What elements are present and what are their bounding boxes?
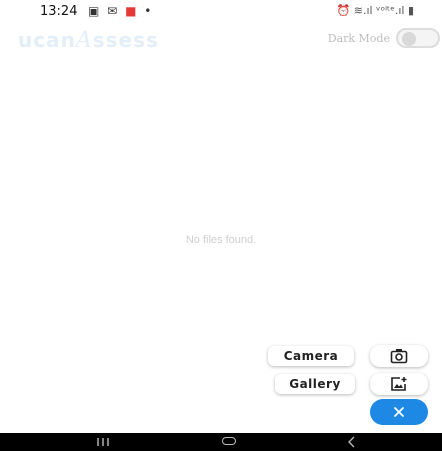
close-fab-button[interactable]: [370, 399, 428, 425]
dark-mode-label: Dark Mode: [327, 32, 390, 45]
app-header: ucanAssess Dark Mode: [0, 24, 442, 53]
logo-text-ucan: ucan: [18, 28, 76, 52]
status-time: 13:24: [40, 4, 78, 19]
recent-apps-icon[interactable]: [96, 436, 110, 448]
status-bar: 13:24 ▣ ✉ ■ • ⏰ ≋.ıl ᵛᵒˡᵗᵉ.ıl ▮: [0, 0, 442, 26]
gallery-button[interactable]: [370, 373, 428, 395]
camera-button[interactable]: [370, 345, 428, 367]
notification-icons: ▣ ✉ ■ •: [88, 4, 153, 18]
camera-icon: [390, 349, 408, 364]
app-logo: ucanAssess: [18, 28, 159, 53]
back-icon[interactable]: [346, 435, 356, 449]
system-icons: ⏰ ≋.ıl ᵛᵒˡᵗᵉ.ıl ▮: [336, 4, 414, 17]
mail-icon: ✉: [107, 4, 120, 18]
dark-mode-toggle[interactable]: [396, 28, 440, 48]
gallery-label-button[interactable]: Gallery: [275, 374, 355, 394]
home-icon[interactable]: [222, 437, 236, 445]
logo-text-ssess: ssess: [92, 28, 159, 52]
navigation-bar: [0, 433, 442, 451]
toggle-knob: [402, 32, 416, 46]
camera-label-button[interactable]: Camera: [268, 346, 354, 366]
empty-state-message: No files found.: [185, 234, 257, 246]
dot-icon: •: [144, 4, 154, 18]
app-notification-icon: ■: [125, 4, 139, 18]
close-icon: [394, 407, 404, 417]
add-photo-icon: [391, 377, 407, 391]
gallery-icon: ▣: [88, 4, 102, 18]
logo-letter-a: A: [75, 28, 93, 53]
